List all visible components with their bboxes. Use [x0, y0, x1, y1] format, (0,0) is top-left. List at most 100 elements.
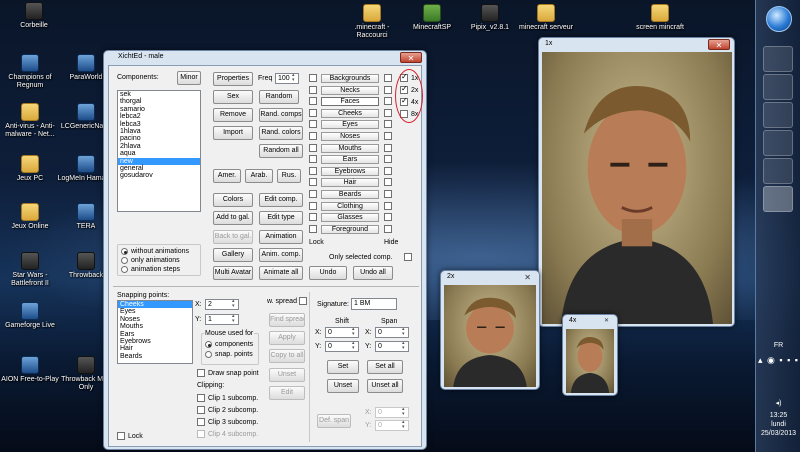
list-item[interactable]: gosudarov — [118, 172, 200, 179]
colors-button[interactable]: Colors — [213, 193, 253, 207]
volume-icon[interactable]: ◂) — [756, 400, 800, 408]
lock-mouths-checkbox[interactable] — [309, 143, 317, 152]
rand-colors-button[interactable]: Rand. colors — [259, 126, 303, 140]
animation-button[interactable]: Animation — [259, 230, 303, 244]
desktop-icon-jeux-pc[interactable]: Jeux PC — [0, 155, 62, 183]
clip-3-checkbox[interactable] — [197, 418, 205, 426]
lock-beards-checkbox[interactable] — [309, 190, 317, 198]
lock-eyebrows-checkbox[interactable] — [309, 166, 317, 175]
radio-only-animations[interactable] — [121, 257, 128, 264]
lock-checkbox[interactable] — [117, 432, 125, 440]
close-icon[interactable]: ✕ — [524, 273, 531, 282]
close-button[interactable]: ✕ — [708, 39, 730, 50]
draw-snap-point-checkbox[interactable] — [197, 369, 205, 377]
multi-avatar-button[interactable]: Multi Avatar — [213, 266, 253, 280]
feature-foreground-button[interactable]: Foreground — [321, 224, 379, 234]
list-item[interactable]: Ears — [118, 331, 192, 338]
hide-eyes-checkbox[interactable] — [384, 120, 392, 129]
signature-field[interactable]: 1 BM — [351, 298, 397, 310]
snapping-points-list[interactable]: Cheeks Eyes Noses Mouths Ears Eyebrows H… — [117, 300, 193, 364]
radio-without-animations[interactable] — [121, 248, 128, 255]
freq-stepper[interactable]: 100 — [275, 73, 299, 84]
feature-cheeks-button[interactable]: Cheeks — [321, 108, 379, 118]
taskbar-explorer-button[interactable] — [763, 46, 793, 72]
list-item[interactable]: Eyes — [118, 308, 192, 315]
list-item[interactable]: pacino — [118, 135, 200, 142]
desktop-icon-screen-minecraft[interactable]: screen mincraft — [628, 4, 692, 32]
components-list[interactable]: sek thorgal samario lebca2 lebca3 1hlava… — [117, 90, 201, 212]
start-button[interactable] — [766, 6, 792, 32]
list-item[interactable]: aqua — [118, 150, 200, 157]
feature-backgrounds-button[interactable]: Backgrounds — [321, 74, 379, 83]
taskbar-xichted-button[interactable] — [763, 186, 793, 212]
taskbar-app-button[interactable] — [763, 102, 793, 128]
undo-button[interactable]: Undo — [309, 266, 347, 280]
hide-eyebrows-checkbox[interactable] — [384, 166, 392, 175]
unset-shift-button[interactable]: Unset — [327, 379, 359, 393]
add-to-gallery-button[interactable]: Add to gal. — [213, 211, 253, 225]
random-all-button[interactable]: Random all — [259, 144, 303, 158]
feature-necks-button[interactable]: Necks — [321, 85, 379, 95]
hide-mouths-checkbox[interactable] — [384, 143, 392, 152]
gallery-button[interactable]: Gallery — [213, 248, 253, 262]
lock-glasses-checkbox[interactable] — [309, 213, 317, 222]
lock-backgrounds-checkbox[interactable] — [309, 74, 317, 82]
list-item[interactable]: lebca2 — [118, 113, 200, 120]
w-spread-checkbox[interactable] — [299, 297, 307, 305]
lock-clothing-checkbox[interactable] — [309, 201, 317, 210]
radio-snap-points[interactable] — [205, 351, 212, 358]
rus-button[interactable]: Rus. — [277, 169, 301, 183]
preview-window-2x[interactable]: 2x ✕ — [440, 270, 540, 390]
feature-hair-button[interactable]: Hair — [321, 178, 379, 188]
list-item[interactable]: lebca3 — [118, 121, 200, 128]
desktop-icon-recycle-bin[interactable]: Corbeille — [2, 2, 66, 30]
find-spread-button[interactable]: Find spread — [269, 313, 305, 327]
def-y-stepper[interactable]: 0 — [375, 420, 409, 431]
edit-button[interactable]: Edit — [269, 386, 305, 400]
tray-icons[interactable]: ▴ ◉ ▪ ▪ ▪ — [756, 356, 800, 365]
hide-foreground-checkbox[interactable] — [384, 224, 392, 233]
hide-glasses-checkbox[interactable] — [384, 213, 392, 222]
shift-x-stepper[interactable]: 0 — [325, 327, 359, 338]
shift-y-stepper[interactable]: 0 — [325, 341, 359, 352]
list-item-selected[interactable]: Cheeks — [118, 301, 192, 309]
list-item[interactable]: thorgal — [118, 98, 200, 105]
desktop-icon-gameforge[interactable]: Gameforge Live — [0, 302, 62, 330]
amer-button[interactable]: Amer. — [213, 169, 241, 183]
radio-components[interactable] — [205, 341, 212, 348]
y-stepper[interactable]: 1 — [205, 314, 239, 325]
only-selected-checkbox[interactable] — [404, 253, 412, 261]
set-all-button[interactable]: Set all — [367, 360, 403, 374]
minor-button[interactable]: Minor — [177, 71, 201, 85]
set-button[interactable]: Set — [327, 360, 359, 374]
remove-button[interactable]: Remove — [213, 108, 253, 122]
list-item-selected[interactable]: new — [118, 157, 200, 165]
random-button[interactable]: Random — [259, 90, 299, 104]
rand-comps-button[interactable]: Rand. comps — [259, 108, 303, 122]
lock-faces-checkbox[interactable] — [309, 97, 317, 106]
def-x-stepper[interactable]: 0 — [375, 407, 409, 418]
desktop-icon-champions[interactable]: Champions of Regnum — [0, 54, 62, 90]
clip-2-checkbox[interactable] — [197, 406, 205, 414]
desktop-icon-antivirus[interactable]: Anti-virus - Anti-malware - Net... — [0, 103, 62, 139]
lock-necks-checkbox[interactable] — [309, 85, 317, 94]
lock-noses-checkbox[interactable] — [309, 132, 317, 140]
span-x-stepper[interactable]: 0 — [375, 327, 409, 338]
lock-foreground-checkbox[interactable] — [309, 224, 317, 233]
close-icon[interactable]: ✕ — [604, 317, 609, 324]
unset-button[interactable]: Unset — [269, 368, 305, 382]
clip-1-checkbox[interactable] — [197, 394, 205, 402]
lock-cheeks-checkbox[interactable] — [309, 108, 317, 117]
hide-noses-checkbox[interactable] — [384, 132, 392, 140]
hide-backgrounds-checkbox[interactable] — [384, 74, 392, 82]
feature-mouths-button[interactable]: Mouths — [321, 143, 379, 153]
desktop-icon-minecraftsp[interactable]: MinecraftSP — [400, 4, 464, 32]
feature-clothing-button[interactable]: Clothing — [321, 201, 379, 211]
list-item[interactable]: samario — [118, 106, 200, 113]
xichted-main-window[interactable]: XichtEd - male ✕ Components: Minor sek t… — [103, 50, 427, 450]
taskbar-chrome-button[interactable] — [763, 158, 793, 184]
feature-eyes-button[interactable]: Eyes — [321, 120, 379, 130]
taskbar-steam-button[interactable] — [763, 130, 793, 156]
close-button[interactable]: ✕ — [400, 52, 422, 63]
clip-4-checkbox[interactable] — [197, 430, 205, 438]
